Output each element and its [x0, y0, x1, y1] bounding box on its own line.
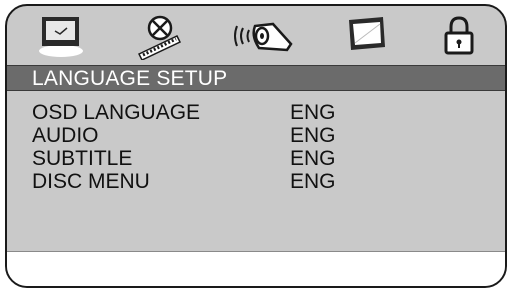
- setting-row-subtitle[interactable]: SUBTITLE ENG: [7, 147, 505, 171]
- setting-value[interactable]: ENG: [290, 170, 336, 194]
- padlock-icon[interactable]: [439, 14, 479, 60]
- setting-row-disc-menu[interactable]: DISC MENU ENG: [7, 170, 505, 194]
- tv-icon[interactable]: [37, 14, 89, 60]
- setting-value[interactable]: ENG: [290, 101, 336, 125]
- setting-label: SUBTITLE: [32, 147, 133, 170]
- setting-label: DISC MENU: [32, 170, 150, 193]
- setting-value[interactable]: ENG: [290, 124, 336, 148]
- status-area: [7, 252, 505, 286]
- setting-value[interactable]: ENG: [290, 147, 336, 171]
- setup-menu-panel: LANGUAGE SETUP OSD LANGUAGE ENG AUDIO EN…: [5, 4, 507, 288]
- setup-tab-bar: [7, 6, 505, 66]
- setting-row-audio[interactable]: AUDIO ENG: [7, 124, 505, 148]
- film-reel-icon[interactable]: [129, 14, 191, 60]
- page-title: LANGUAGE SETUP: [32, 67, 228, 90]
- settings-list: OSD LANGUAGE ENG AUDIO ENG SUBTITLE ENG …: [7, 91, 505, 251]
- section-title-bar: LANGUAGE SETUP: [7, 65, 505, 91]
- picture-frame-icon[interactable]: [343, 14, 391, 60]
- setting-row-osd-language[interactable]: OSD LANGUAGE ENG: [7, 101, 505, 125]
- setting-label: AUDIO: [32, 124, 99, 147]
- setting-label: OSD LANGUAGE: [32, 101, 201, 124]
- speaker-icon[interactable]: [229, 14, 299, 60]
